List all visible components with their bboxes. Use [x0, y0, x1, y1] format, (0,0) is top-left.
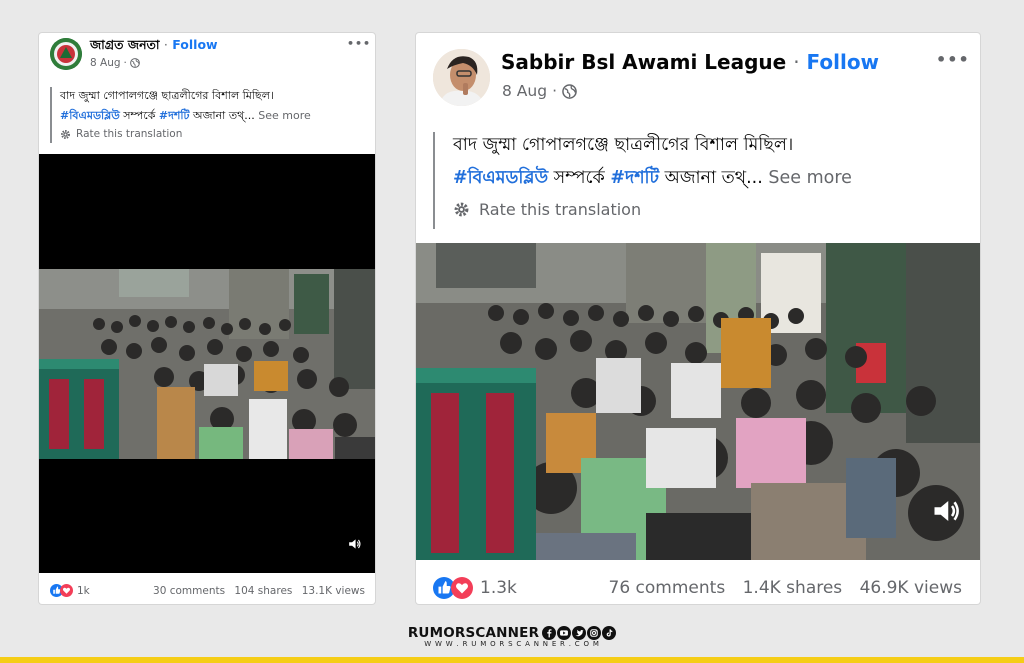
- video-frame: [39, 269, 375, 459]
- love-reaction-icon: [60, 584, 73, 597]
- hashtag-bmw[interactable]: #বিএমডব্লিউ: [453, 168, 548, 188]
- shares-count[interactable]: 1.4K shares: [743, 578, 843, 598]
- comments-count[interactable]: 30 comments: [153, 585, 225, 597]
- globe-icon: [562, 83, 577, 99]
- profile-photo-icon: [433, 49, 490, 106]
- post-stats: 30 comments 104 shares 13.1K views: [153, 585, 365, 597]
- social-icons: [541, 626, 617, 640]
- rate-translation-label[interactable]: Rate this translation: [479, 200, 641, 219]
- post-date[interactable]: 8 Aug: [90, 57, 121, 69]
- reactions-count[interactable]: 1.3k: [480, 578, 517, 598]
- facebook-post-right: Sabbir Bsl Awami League · Follow 8 Aug ·…: [416, 33, 980, 604]
- author-avatar[interactable]: [50, 38, 82, 70]
- views-count: 13.1K views: [301, 585, 365, 597]
- facebook-post-left: জাগ্রত জনতা · Follow 8 Aug · ••• বাদ জুম…: [39, 33, 375, 604]
- tiktok-icon[interactable]: [602, 626, 617, 640]
- more-options-button[interactable]: •••: [347, 37, 371, 50]
- separator: ·: [163, 37, 168, 52]
- author-name[interactable]: Sabbir Bsl Awami League · Follow: [501, 50, 879, 74]
- brand-row: RUMORSCANNER: [407, 625, 617, 641]
- globe-icon: [130, 58, 140, 68]
- rate-translation[interactable]: Rate this translation: [60, 128, 182, 140]
- hashtag-ten[interactable]: #দশটি: [159, 109, 190, 122]
- post-stats: 76 comments 1.4K shares 46.9K views: [609, 578, 962, 598]
- meta-separator: ·: [123, 57, 127, 69]
- see-more-link[interactable]: See more: [258, 109, 311, 122]
- post-text-line1: বাদ জুম্মা গোপালগঞ্জে ছাত্রলীগের বিশাল ম…: [60, 89, 274, 102]
- author-name-text[interactable]: Sabbir Bsl Awami League: [501, 50, 786, 74]
- post-meta: 8 Aug ·: [502, 82, 577, 100]
- text-unknown-facts: অজানা তথ্...: [189, 109, 259, 122]
- rate-translation[interactable]: Rate this translation: [453, 200, 641, 219]
- gear-icon: [454, 202, 469, 217]
- views-count: 46.9K views: [859, 578, 962, 598]
- instagram-icon[interactable]: [587, 626, 602, 640]
- youtube-icon[interactable]: [557, 626, 572, 640]
- see-more-link[interactable]: See more: [768, 168, 852, 188]
- translation-quote: [433, 132, 435, 229]
- twitter-icon[interactable]: [572, 626, 587, 640]
- meta-separator: ·: [552, 82, 557, 100]
- volume-icon[interactable]: [348, 538, 362, 550]
- post-text-line2: #বিএমডব্লিউ সম্পর্কে #দশটি অজানা তথ্... …: [453, 165, 852, 194]
- follow-button[interactable]: Follow: [172, 37, 217, 52]
- text-about: সম্পর্কে: [119, 109, 159, 122]
- text-unknown-facts: অজানা তথ্...: [659, 168, 769, 188]
- hashtag-ten[interactable]: #দশটি: [610, 168, 659, 188]
- procession-crowd-image: [416, 243, 980, 560]
- post-date[interactable]: 8 Aug: [502, 82, 547, 100]
- more-options-button[interactable]: •••: [936, 50, 970, 69]
- brand-name: RUMORSCANNER: [407, 625, 540, 641]
- video-player[interactable]: [416, 243, 980, 560]
- reactions-summary[interactable]: 1k: [50, 584, 90, 597]
- author-name[interactable]: জাগ্রত জনতা · Follow: [90, 37, 218, 57]
- reactions-count[interactable]: 1k: [77, 585, 90, 597]
- accent-bar: [0, 657, 1024, 663]
- reactions-summary[interactable]: 1.3k: [433, 577, 517, 599]
- rumorscanner-branding: RUMORSCANNER W W W . R U M O R S C A N N…: [0, 622, 1024, 648]
- shares-count[interactable]: 104 shares: [234, 585, 292, 597]
- page-logo-icon: [50, 38, 82, 70]
- post-text-line2: #বিএমডব্লিউ সম্পর্কে #দশটি অজানা তথ্... …: [60, 107, 311, 126]
- volume-icon[interactable]: [932, 498, 962, 524]
- author-name-text[interactable]: জাগ্রত জনতা: [90, 37, 160, 52]
- comments-count[interactable]: 76 comments: [609, 578, 726, 598]
- video-player[interactable]: [39, 154, 375, 573]
- procession-crowd-image: [39, 269, 375, 459]
- post-text-line1: বাদ জুম্মা গোপালগঞ্জে ছাত্রলীগের বিশাল ম…: [453, 135, 794, 155]
- gear-icon: [61, 129, 70, 139]
- brand-url[interactable]: W W W . R U M O R S C A N N E R . C O M: [0, 640, 1024, 648]
- love-reaction-icon: [451, 577, 473, 599]
- author-avatar[interactable]: [433, 49, 490, 106]
- rate-translation-label[interactable]: Rate this translation: [76, 128, 182, 140]
- translation-quote: [50, 87, 52, 143]
- separator: ·: [793, 50, 800, 74]
- follow-button[interactable]: Follow: [807, 50, 880, 74]
- post-meta: 8 Aug ·: [90, 57, 140, 69]
- facebook-icon[interactable]: [542, 626, 557, 640]
- hashtag-bmw[interactable]: #বিএমডব্লিউ: [60, 109, 120, 122]
- text-about: সম্পর্কে: [548, 168, 611, 188]
